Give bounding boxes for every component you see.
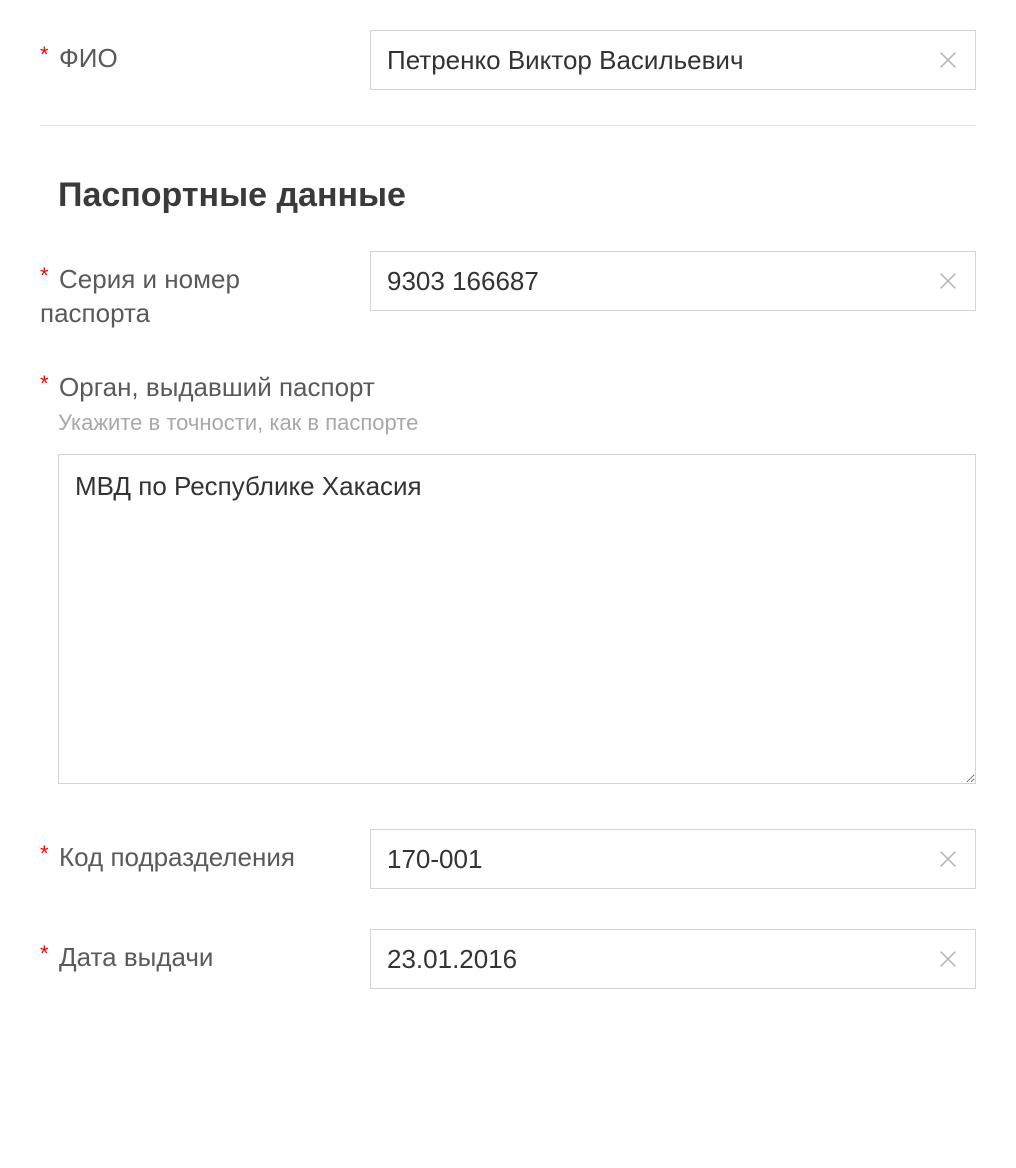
issued-by-textarea-wrap bbox=[58, 454, 976, 789]
required-mark: * bbox=[40, 263, 49, 288]
issue-date-input-wrapper bbox=[370, 929, 976, 989]
required-mark: * bbox=[40, 371, 49, 396]
fio-label-col: * ФИО bbox=[40, 30, 350, 76]
issued-by-label-block: * Орган, выдавший паспорт Укажите в точн… bbox=[40, 371, 976, 437]
division-code-label: Код подразделения bbox=[59, 842, 295, 872]
issued-by-field: * Орган, выдавший паспорт Укажите в точн… bbox=[40, 371, 976, 790]
passport-series-row: * Серия и номер паспорта bbox=[40, 251, 976, 331]
fio-label: ФИО bbox=[59, 43, 118, 73]
required-mark: * bbox=[40, 42, 49, 67]
division-code-input-col bbox=[370, 829, 976, 889]
passport-series-label: Серия и номер паспорта bbox=[40, 264, 240, 328]
issue-date-row: * Дата выдачи bbox=[40, 929, 976, 989]
passport-series-clear-button[interactable] bbox=[934, 267, 962, 295]
passport-section-heading: Паспортные данные bbox=[58, 176, 976, 215]
issued-by-label: Орган, выдавший паспорт bbox=[59, 372, 375, 402]
issue-date-input-col bbox=[370, 929, 976, 989]
division-code-input[interactable] bbox=[370, 829, 976, 889]
fio-input[interactable] bbox=[370, 30, 976, 90]
issued-by-textarea[interactable] bbox=[58, 454, 976, 784]
close-icon bbox=[937, 848, 959, 870]
issue-date-label-col: * Дата выдачи bbox=[40, 929, 350, 975]
division-code-row: * Код подразделения bbox=[40, 829, 976, 889]
required-mark: * bbox=[40, 941, 49, 966]
fio-input-wrapper bbox=[370, 30, 976, 90]
fio-row: * ФИО bbox=[40, 30, 976, 126]
issue-date-clear-button[interactable] bbox=[934, 945, 962, 973]
passport-series-input-wrapper bbox=[370, 251, 976, 311]
issue-date-input[interactable] bbox=[370, 929, 976, 989]
fio-input-col bbox=[370, 30, 976, 90]
close-icon bbox=[937, 49, 959, 71]
issued-by-hint: Укажите в точности, как в паспорте bbox=[58, 410, 976, 436]
division-code-label-col: * Код подразделения bbox=[40, 829, 350, 875]
close-icon bbox=[937, 270, 959, 292]
passport-series-input-col bbox=[370, 251, 976, 311]
division-code-clear-button[interactable] bbox=[934, 845, 962, 873]
division-code-input-wrapper bbox=[370, 829, 976, 889]
passport-series-input[interactable] bbox=[370, 251, 976, 311]
close-icon bbox=[937, 948, 959, 970]
passport-series-label-col: * Серия и номер паспорта bbox=[40, 251, 350, 331]
required-mark: * bbox=[40, 841, 49, 866]
issue-date-label: Дата выдачи bbox=[59, 942, 213, 972]
fio-clear-button[interactable] bbox=[934, 46, 962, 74]
